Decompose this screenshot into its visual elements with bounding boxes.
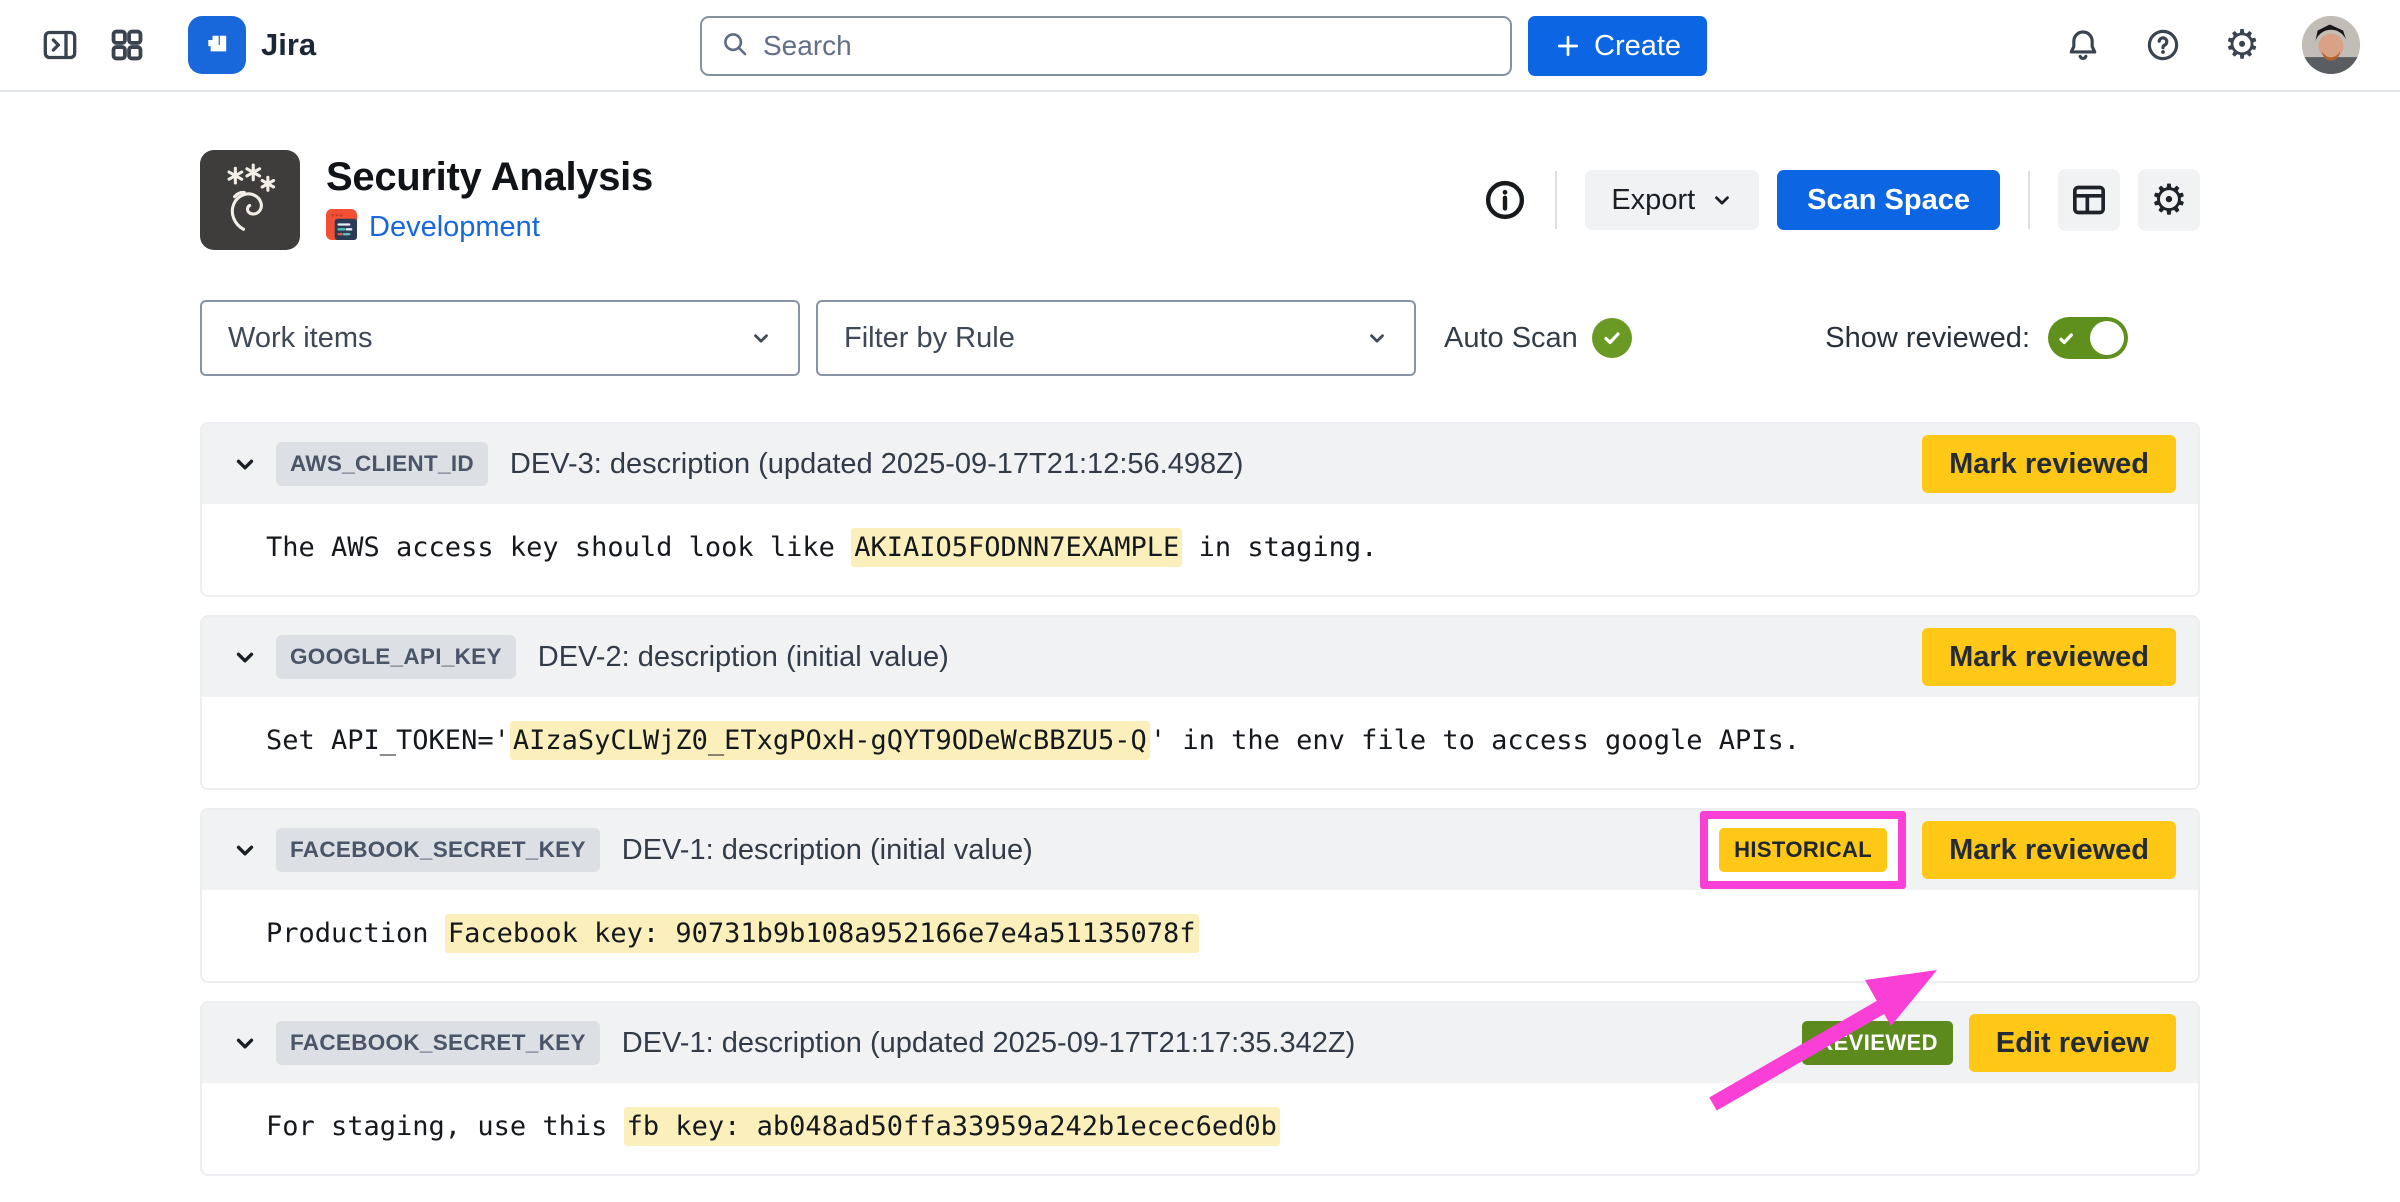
search-icon [720,29,750,64]
finding-header: FACEBOOK_SECRET_KEY DEV-1: description (… [202,1003,2198,1083]
settings-gear-icon[interactable]: ⚙ [2224,25,2260,65]
scan-space-button[interactable]: Scan Space [1777,170,2000,230]
chevron-down-icon [754,334,768,343]
finding-card: AWS_CLIENT_ID DEV-3: description (update… [200,422,2200,597]
review-action-button[interactable]: Mark reviewed [1922,435,2176,493]
status-badge: REVIEWED [1802,1021,1953,1065]
finding-card: GOOGLE_API_KEY DEV-2: description (initi… [200,615,2200,790]
help-icon[interactable] [2144,26,2182,64]
secret-highlight: fb key: ab048ad50ffa33959a242b1ecec6ed0b [623,1107,1280,1146]
chevron-down-icon [1715,196,1730,205]
top-navigation-bar: Jira Create [0,0,2400,92]
finding-title: DEV-1: description (updated 2025-09-17T2… [621,1026,1356,1059]
auto-scan-label: Auto Scan [1444,321,1578,354]
info-icon[interactable] [1483,178,1527,222]
page-title: Security Analysis [326,155,653,199]
export-button[interactable]: Export [1585,170,1760,230]
finding-body: Production Facebook key: 90731b9b108a952… [202,890,2198,981]
global-search[interactable] [700,16,1512,76]
body-text: in staging. [1182,532,1378,563]
rule-badge: AWS_CLIENT_ID [276,442,488,486]
divider [1555,171,1558,229]
chevron-down-icon[interactable] [232,837,258,863]
search-input[interactable] [763,30,1492,62]
user-avatar[interactable] [2302,16,2360,74]
finding-header: AWS_CLIENT_ID DEV-3: description (update… [202,424,2198,504]
finding-body: Set API_TOKEN=' AIzaSyCLWjZ0_ETxgPOxH-gQY… [202,697,2198,788]
create-button[interactable]: Create [1528,16,1708,76]
findings-list: AWS_CLIENT_ID DEV-3: description (update… [200,422,2200,1176]
finding-body: The AWS access key should look like AKIA… [202,504,2198,595]
filter-by-rule-dropdown[interactable]: Filter by Rule [816,300,1416,376]
show-reviewed-toggle[interactable] [2048,317,2128,359]
chevron-down-icon [1370,334,1384,343]
page-header: Security Analysis Development Export Sca… [200,150,2200,250]
annotation-highlight-box: HISTORICAL [1700,811,1907,889]
jira-logo-icon [188,16,246,74]
plus-icon [1557,35,1579,57]
project-icon [326,209,357,245]
finding-title: DEV-2: description (initial value) [537,640,949,673]
check-circle-icon [1591,318,1632,358]
chevron-down-icon[interactable] [232,1030,258,1056]
body-text: The AWS access key should look like [266,532,852,563]
chevron-down-icon[interactable] [232,644,258,670]
divider [2028,171,2030,229]
layout-panel-icon[interactable] [2058,169,2120,231]
finding-header: FACEBOOK_SECRET_KEY DEV-1: description (… [202,810,2198,890]
rule-badge: FACEBOOK_SECRET_KEY [276,1021,600,1065]
sidebar-toggle-icon[interactable] [40,25,80,65]
work-items-dropdown[interactable]: Work items [200,300,800,376]
body-text: Production [266,918,445,949]
board-settings-gear-icon[interactable]: ⚙ [2138,169,2200,231]
app-switcher-icon[interactable] [108,26,146,64]
finding-card: FACEBOOK_SECRET_KEY DEV-1: description (… [200,808,2200,983]
body-text: For staging, use this [266,1111,624,1142]
app-name: Jira [261,27,317,62]
notifications-bell-icon[interactable] [2064,26,2102,64]
finding-title: DEV-1: description (initial value) [621,833,1033,866]
review-action-button[interactable]: Mark reviewed [1922,628,2176,686]
rule-badge: FACEBOOK_SECRET_KEY [276,828,600,872]
finding-body: For staging, use this fb key: ab048ad50f… [202,1083,2198,1174]
review-action-button[interactable]: Mark reviewed [1922,821,2176,879]
auto-scan-status: Auto Scan [1444,318,1632,358]
finding-card: FACEBOOK_SECRET_KEY DEV-1: description (… [200,1001,2200,1176]
status-badge: HISTORICAL [1719,828,1888,872]
show-reviewed-label: Show reviewed: [1825,321,2030,354]
breadcrumb-project-link[interactable]: Development [369,211,540,244]
secret-highlight: AIzaSyCLWjZ0_ETxgPOxH-gQYT9ODeWcBBZU5-Q [509,721,1150,760]
annotation-highlight-box: REVIEWED [1802,1021,1953,1065]
review-action-button[interactable]: Edit review [1968,1014,2176,1072]
filter-toolbar: Work items Filter by Rule Auto Scan Show… [200,300,2200,376]
secret-highlight: AKIAIO5FODNN7EXAMPLE [851,528,1183,567]
secret-highlight: Facebook key: 90731b9b108a952166e7e4a511… [444,914,1199,953]
finding-header: GOOGLE_API_KEY DEV-2: description (initi… [202,617,2198,697]
body-text: ' in the env file to access google APIs. [1149,725,1801,756]
chevron-down-icon[interactable] [232,451,258,477]
rule-badge: GOOGLE_API_KEY [276,635,516,679]
security-analysis-app-icon [200,150,300,250]
finding-title: DEV-3: description (updated 2025-09-17T2… [509,447,1244,480]
body-text: Set API_TOKEN=' [266,725,510,756]
jira-home-link[interactable]: Jira [188,16,316,74]
toggle-knob [2090,321,2124,355]
